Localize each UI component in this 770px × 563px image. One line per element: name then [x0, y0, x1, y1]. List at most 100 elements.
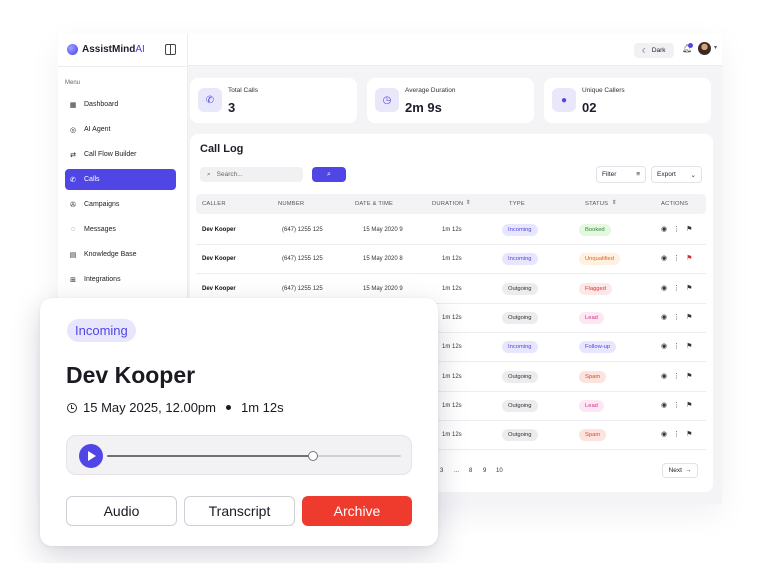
sidebar-item-integrations[interactable]: ⊞ Integrations	[65, 269, 176, 290]
next-page-button[interactable]: Next →	[662, 463, 698, 478]
more-icon[interactable]: ⋮	[673, 342, 680, 350]
call-detail-card: Incoming Dev Kooper 15 May 2025, 12.00pm…	[40, 298, 438, 546]
separator-dot	[225, 405, 231, 410]
play-button[interactable]	[79, 444, 103, 468]
status-badge: Spam	[579, 370, 607, 383]
transcript-button[interactable]: Transcript	[184, 496, 295, 526]
row-actions: ◉ ⋮ ⚑	[661, 225, 692, 233]
table-row[interactable]: Dev Kooper (647) 1255 125 15 May 2020 9 1m …	[196, 216, 706, 245]
type-badge: Incoming	[502, 341, 538, 354]
sidebar-item-dashboard[interactable]: ▦ Dashboard	[65, 94, 176, 115]
sidebar-item-label: Dashboard	[84, 101, 119, 108]
call-type-badge: Incoming	[67, 319, 136, 342]
sliders-icon: ≡	[636, 171, 640, 178]
status-badge: Flagged	[579, 282, 612, 295]
cell-duration: 1m 12s	[442, 402, 462, 409]
sidebar-item-messages[interactable]: ◌ Messages	[65, 219, 176, 240]
sidebar-item-ai-agent[interactable]: ◎ AI Agent	[65, 119, 176, 140]
brand-logo[interactable]: AssistMindAI	[67, 44, 145, 55]
type-badge: Outgoing	[502, 282, 538, 295]
clock-icon: ◷	[375, 88, 399, 112]
eye-icon[interactable]: ◉	[661, 313, 667, 321]
sidebar-item-campaigns[interactable]: ✇ Campaigns	[65, 194, 176, 215]
column-header[interactable]: DURATION	[432, 201, 463, 207]
type-badge: Incoming	[502, 224, 538, 236]
cell-date: 15 May 2020 9	[363, 227, 403, 233]
cell-caller: Dev Kooper	[202, 227, 236, 233]
export-button[interactable]: Export ⌄	[651, 166, 702, 183]
menu-label: Menu	[65, 80, 81, 86]
page-number[interactable]: 9	[483, 468, 486, 474]
sidebar-item-calls[interactable]: ✆ Calls	[65, 169, 176, 190]
avatar[interactable]	[698, 42, 711, 55]
audio-progress-track[interactable]	[107, 451, 401, 461]
eye-icon[interactable]: ◉	[661, 372, 667, 380]
brand-name: AssistMindAI	[82, 44, 145, 55]
flag-icon[interactable]: ⚑	[686, 430, 692, 438]
filter-button[interactable]: Filter ≡	[596, 166, 646, 183]
flag-icon[interactable]: ⚑	[686, 372, 692, 380]
status-badge: Lead	[579, 311, 604, 324]
flag-icon[interactable]: ⚑	[686, 342, 692, 350]
audio-scrubber-handle[interactable]	[307, 451, 318, 461]
eye-icon[interactable]: ◉	[661, 254, 667, 262]
table-header: CALLER NUMBER DATE & TIME DURATION ⇕ TYPE STAT…	[196, 194, 706, 214]
flag-icon[interactable]: ⚑	[686, 225, 692, 233]
eye-icon[interactable]: ◉	[661, 430, 667, 438]
more-icon[interactable]: ⋮	[673, 430, 680, 438]
search-button[interactable]: ⌕	[312, 167, 346, 182]
call-log-title: Call Log	[200, 143, 244, 155]
clock-icon	[67, 402, 77, 413]
flag-icon[interactable]: ⚑	[686, 313, 692, 321]
more-icon[interactable]: ⋮	[673, 372, 680, 380]
sort-icon[interactable]: ⇕	[612, 200, 617, 206]
cell-date: 15 May 2020 9	[363, 285, 403, 292]
page-number[interactable]: 8	[469, 468, 472, 474]
archive-button[interactable]: Archive	[302, 496, 412, 526]
page-number[interactable]: 3	[440, 468, 443, 474]
eye-icon[interactable]: ◉	[661, 401, 667, 409]
more-icon[interactable]: ⋮	[673, 225, 680, 233]
more-icon[interactable]: ⋮	[673, 284, 680, 292]
cell-duration: 1m 12s	[442, 432, 462, 439]
theme-toggle-button[interactable]: ☾ Dark	[634, 43, 674, 58]
phone-icon: ✆	[198, 88, 222, 112]
more-icon[interactable]: ⋮	[673, 313, 680, 321]
collapse-sidebar-icon[interactable]	[165, 44, 176, 55]
chevron-down-icon[interactable]: ▾	[714, 44, 717, 51]
grid-icon: ▦	[69, 101, 77, 109]
audio-button[interactable]: Audio	[66, 496, 177, 526]
stat-label: Total Calls	[228, 87, 258, 94]
type-badge: Incoming	[502, 253, 538, 266]
eye-icon[interactable]: ◉	[661, 225, 667, 233]
more-icon[interactable]: ⋮	[673, 254, 680, 262]
stat-label: Average Duration	[405, 87, 456, 94]
table-row[interactable]: Dev Kooper (647) 1255 125 15 May 2020 8 1m …	[196, 245, 706, 275]
cell-duration: 1m 12s	[442, 256, 462, 263]
row-actions: ◉ ⋮ ⚑	[661, 430, 692, 438]
eye-icon[interactable]: ◉	[661, 284, 667, 292]
search-input[interactable]: ⌕ Search...	[200, 167, 303, 182]
flag-icon[interactable]: ⚑	[686, 401, 692, 409]
column-header: CALLER	[202, 201, 226, 207]
sidebar-item-call-flow-builder[interactable]: ⇄ Call Flow Builder	[65, 144, 176, 165]
cell-duration: 1m 12s	[442, 227, 462, 233]
type-badge: Outgoing	[502, 429, 538, 442]
status-badge: Unqualified	[579, 253, 621, 266]
row-actions: ◉ ⋮ ⚑	[661, 401, 692, 409]
stat-value: 3	[228, 100, 236, 115]
moon-icon: ☾	[642, 47, 648, 55]
sidebar-item-label: Messages	[84, 226, 116, 233]
sidebar-item-knowledge-base[interactable]: ▤ Knowledge Base	[65, 244, 176, 265]
flag-icon[interactable]: ⚑	[686, 284, 692, 292]
page-number[interactable]: 10	[496, 468, 503, 474]
column-header[interactable]: DATE & TIME	[355, 201, 393, 207]
sort-icon[interactable]: ⇕	[466, 200, 471, 206]
status-badge: Booked	[579, 224, 611, 236]
arrow-right-icon: →	[684, 467, 692, 474]
eye-icon[interactable]: ◉	[661, 342, 667, 350]
search-icon: ⌕	[327, 170, 331, 178]
flag-icon[interactable]: ⚑	[686, 254, 692, 262]
more-icon[interactable]: ⋮	[673, 401, 680, 409]
column-header[interactable]: STATUS	[585, 201, 608, 207]
